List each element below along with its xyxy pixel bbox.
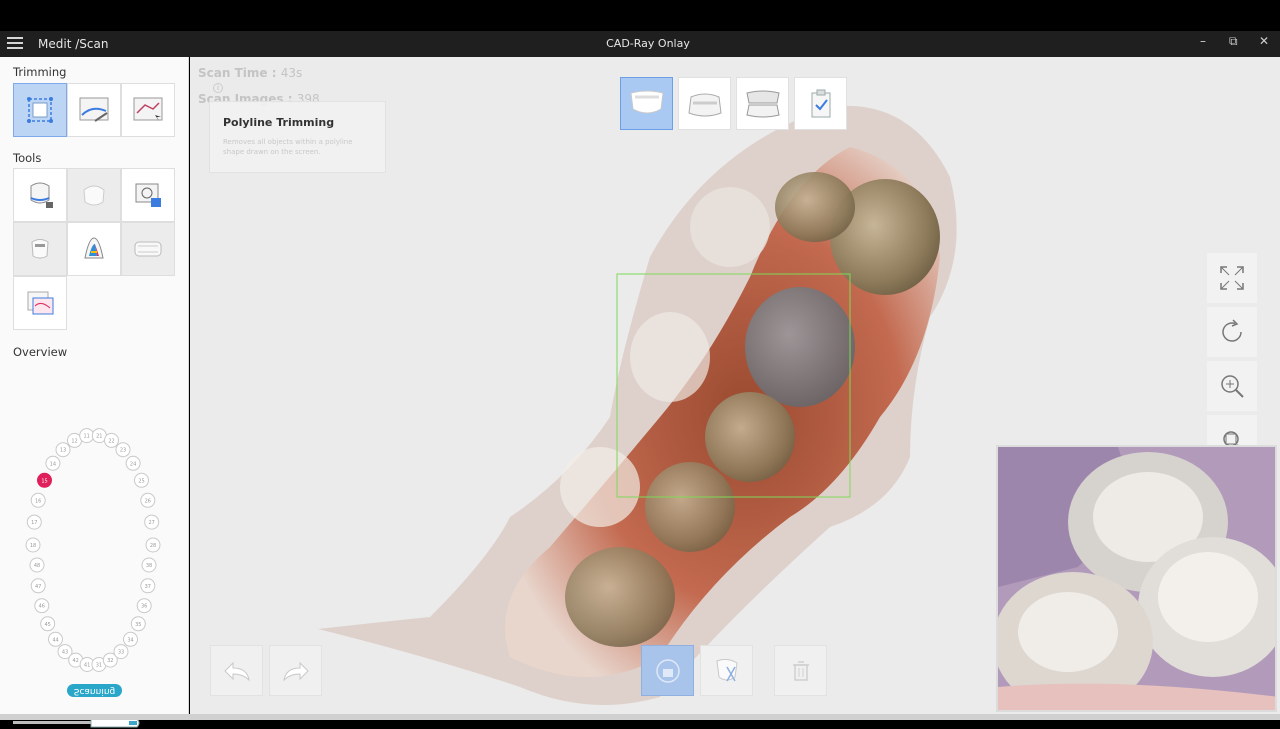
overview-section-title: Overview: [13, 345, 68, 359]
tooltip-description: Removes all objects within a polyline sh…: [223, 138, 353, 156]
snapshot-button[interactable]: [121, 168, 175, 222]
dental-arch-icon: [134, 241, 162, 257]
upper-jaw-icon: [629, 90, 664, 113]
tooth-number: 45: [45, 622, 51, 628]
tooth-number: 33: [118, 650, 124, 656]
tool-tooltip: Polyline Trimming Removes all objects wi…: [209, 101, 386, 173]
tooth-number: 14: [50, 461, 56, 467]
delete-button[interactable]: [774, 645, 827, 696]
scan-time: Scan Time : 43s: [198, 66, 303, 80]
polyline-trim-icon: [27, 97, 53, 123]
tooth-number: 27: [149, 520, 155, 526]
tooth-number: 13: [60, 448, 66, 454]
tooth-number: 48: [34, 563, 40, 569]
zoom-icon: [1221, 375, 1244, 398]
tooth-number: 41: [84, 663, 90, 669]
tooth-number: 21: [96, 434, 102, 440]
fullscreen-button[interactable]: [1207, 253, 1257, 303]
tooth-number: 22: [108, 438, 114, 444]
tooth-number: 11: [84, 434, 90, 440]
brush-trim-icon: [79, 97, 109, 122]
exclude-area-button[interactable]: [700, 645, 753, 696]
reset-view-icon: [1222, 319, 1242, 342]
screen-top-border: [0, 0, 1280, 31]
scanning-status-pill: Scanning: [67, 684, 122, 697]
tooth-number: 32: [107, 658, 113, 664]
compare-button[interactable]: [13, 276, 67, 330]
live-camera-view: [996, 445, 1277, 712]
fullscreen-icon: [1220, 266, 1244, 290]
restore-button[interactable]: ⧉: [1229, 34, 1238, 49]
lasso-trim-icon: [133, 97, 163, 121]
tooth-model-icon: [83, 185, 105, 206]
tooth-number: 44: [52, 637, 58, 643]
exclude-icon: [715, 658, 738, 681]
tooth-number: 26: [145, 498, 151, 504]
tools-grid: [13, 168, 175, 330]
reset-view-button[interactable]: [1207, 307, 1257, 357]
clipboard-check-icon: [811, 89, 830, 117]
tooth-number: 36: [141, 604, 147, 610]
zoom-button[interactable]: [1207, 361, 1257, 411]
trimming-tools: [13, 83, 175, 137]
stage-maxilla-button[interactable]: [620, 77, 673, 130]
tooth-model-button[interactable]: [67, 168, 121, 222]
arch-view-button[interactable]: [121, 222, 175, 276]
tooth-number: 17: [31, 520, 37, 526]
title-bar: Medit /Scan CAD-Ray Onlay – ⧉ ✕: [0, 31, 1280, 57]
lock-icon: [655, 658, 680, 683]
lasso-trim-button[interactable]: [121, 83, 175, 137]
tools-section-title: Tools: [13, 151, 42, 165]
occlusion-jaw-icon: [745, 90, 780, 117]
tooth-number: 18: [30, 543, 36, 549]
tooth-number: 35: [135, 622, 141, 628]
left-sidebar: Trimming Tools Overview 18 17 16 15 14 1…: [0, 57, 189, 728]
tooth-number: 38: [146, 563, 152, 569]
tooth-number: 37: [145, 584, 151, 590]
tooth-number: 43: [62, 650, 68, 656]
margin-line-button[interactable]: [13, 168, 67, 222]
tooth-number: 42: [73, 658, 79, 664]
camera-feed: [998, 447, 1275, 710]
tooth-number: 15: [41, 478, 47, 484]
polyline-trim-button[interactable]: [13, 83, 67, 137]
info-icon[interactable]: i: [213, 83, 223, 93]
redo-icon: [282, 661, 309, 681]
tooth-number: 34: [127, 637, 133, 643]
tooth-number: 16: [35, 498, 41, 504]
redo-button[interactable]: [269, 645, 322, 696]
stage-occlusion-button[interactable]: [736, 77, 789, 130]
tooth-number: 46: [39, 604, 45, 610]
color-tooth-icon: [84, 237, 104, 259]
stage-review-button[interactable]: [794, 77, 847, 130]
tooth-occlusion-icon: [31, 239, 49, 259]
brush-trim-button[interactable]: [67, 83, 121, 137]
tooth-number: 28: [150, 543, 156, 549]
tooth-chart[interactable]: 18 17 16 15 14 13 12 11 21 22 23 24 25 26 27 28 48 47 46 45…: [18, 427, 168, 677]
close-button[interactable]: ✕: [1259, 34, 1269, 48]
stage-mandible-button[interactable]: [678, 77, 731, 130]
tooth-number: 31: [96, 663, 102, 669]
tooth-number: 23: [120, 448, 126, 454]
trash-icon: [792, 660, 809, 681]
taskbar-edge: [0, 714, 1280, 720]
color-analysis-button[interactable]: [67, 222, 121, 276]
undo-button[interactable]: [210, 645, 263, 696]
window-title: CAD-Ray Onlay: [606, 37, 690, 50]
tooltip-title: Polyline Trimming: [223, 116, 335, 129]
3d-viewport[interactable]: Scan Time : 43s Scan Images : 398 i Poly…: [190, 57, 1280, 720]
tooth-number: 25: [138, 478, 144, 484]
minimize-button[interactable]: –: [1200, 34, 1206, 48]
lock-area-button[interactable]: [641, 645, 694, 696]
occlusion-button[interactable]: [13, 222, 67, 276]
tooth-number: 47: [35, 584, 41, 590]
undo-icon: [223, 661, 250, 681]
tooth-number: 12: [71, 438, 77, 444]
trimming-section-title: Trimming: [13, 65, 67, 79]
tooth-number: 24: [130, 461, 136, 467]
tooth-lock-icon: [30, 182, 53, 208]
camera-snapshot-icon: [135, 183, 161, 207]
lower-jaw-icon: [687, 93, 722, 116]
compare-view-icon: [27, 291, 54, 315]
